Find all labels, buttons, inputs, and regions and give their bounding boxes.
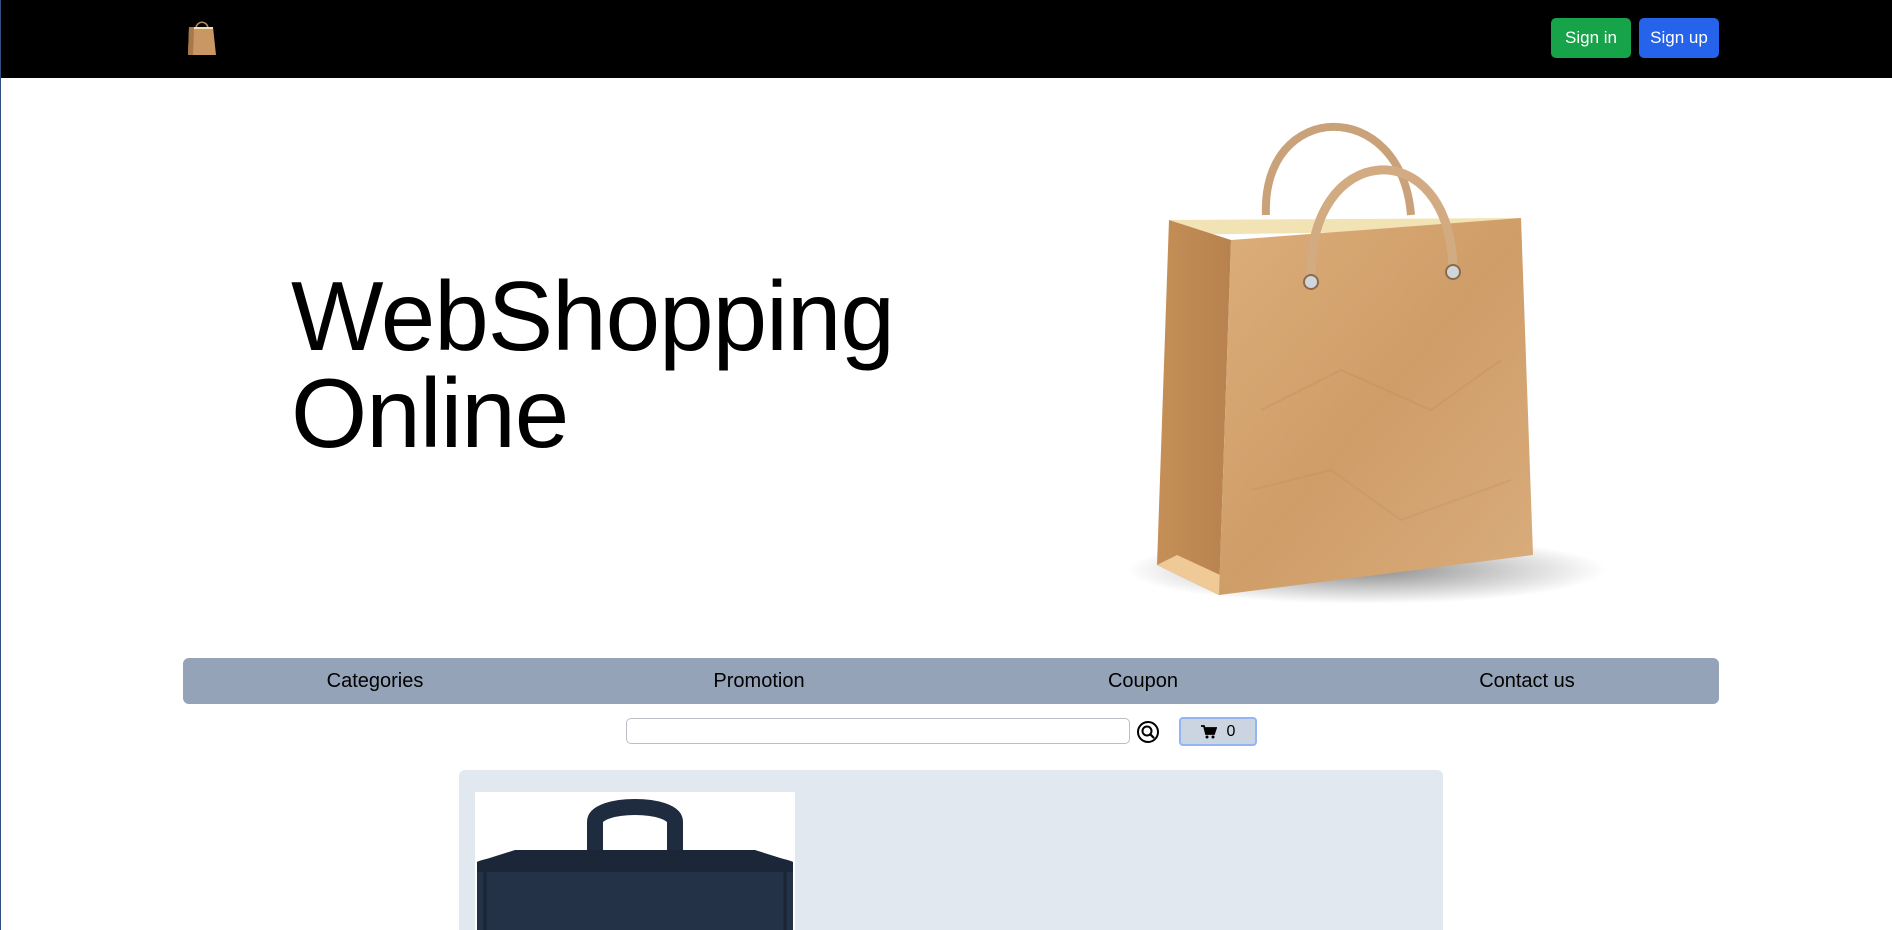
search-input[interactable] xyxy=(626,718,1130,744)
hero-title-line2: Online xyxy=(291,358,569,468)
backpack-icon xyxy=(477,799,793,930)
sign-up-button[interactable]: Sign up xyxy=(1639,18,1719,58)
sign-in-button[interactable]: Sign in xyxy=(1551,18,1631,58)
hero-title-line1: WebShopping xyxy=(291,261,895,371)
product-card-image[interactable] xyxy=(475,792,795,930)
menu-item-contact-us[interactable]: Contact us xyxy=(1335,658,1719,704)
top-navbar: Sign in Sign up xyxy=(1,0,1892,78)
shopping-bag-icon[interactable] xyxy=(186,17,218,57)
search-icon[interactable] xyxy=(1136,720,1160,744)
cart-button[interactable]: 0 xyxy=(1179,717,1257,746)
main-menu: Categories Promotion Coupon Contact us xyxy=(183,658,1719,704)
menu-item-promotion[interactable]: Promotion xyxy=(567,658,951,704)
page: Sign in Sign up WebShopping Online Categ… xyxy=(0,0,1892,930)
menu-item-categories[interactable]: Categories xyxy=(183,658,567,704)
cart-icon xyxy=(1200,724,1217,738)
hero-title: WebShopping Online xyxy=(291,261,895,468)
cart-count: 0 xyxy=(1226,722,1236,740)
shopping-bag-icon xyxy=(1126,122,1606,604)
menu-item-coupon[interactable]: Coupon xyxy=(951,658,1335,704)
product-panel xyxy=(459,770,1443,930)
